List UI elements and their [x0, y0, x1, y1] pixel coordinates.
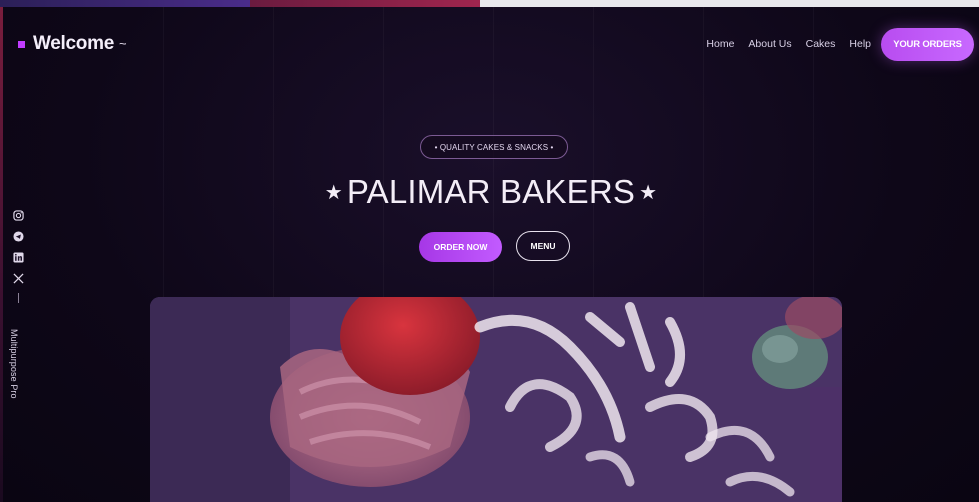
nav-link-cakes[interactable]: Cakes: [806, 38, 836, 50]
x-icon[interactable]: [12, 272, 24, 284]
page-title: ★ PALIMAR BAKERS ★: [3, 173, 979, 211]
order-now-button[interactable]: ORDER NOW: [419, 232, 502, 262]
your-orders-button[interactable]: YOUR ORDERS: [881, 28, 974, 61]
menu-button[interactable]: MENU: [516, 231, 570, 261]
brand[interactable]: Welcome ~: [18, 33, 127, 55]
brand-caret-icon[interactable]: ~: [119, 36, 127, 51]
top-strip-segment: [480, 0, 979, 7]
nav-link-home[interactable]: Home: [706, 38, 734, 50]
social-sidebar: [10, 209, 26, 303]
top-navbar: Welcome ~ Home About Us Cakes Help YOUR …: [3, 7, 979, 83]
browser-top-strip: [0, 0, 979, 7]
nav-links: Home About Us Cakes Help: [706, 38, 871, 50]
hero-title: PALIMAR BAKERS: [346, 173, 636, 210]
instagram-icon[interactable]: [12, 209, 24, 221]
hero-cake-image: [150, 297, 842, 502]
brand-square-icon: [18, 40, 25, 48]
top-strip-segment: [0, 0, 250, 7]
linkedin-icon[interactable]: [12, 251, 24, 263]
star-icon: ★: [639, 182, 658, 204]
nav-link-help[interactable]: Help: [849, 38, 871, 50]
social-divider: [17, 293, 19, 303]
top-strip-segment: [250, 0, 480, 7]
tagline-badge: • QUALITY CAKES & SNACKS •: [420, 135, 568, 159]
star-icon: ★: [324, 182, 343, 204]
nav-link-about-us[interactable]: About Us: [748, 38, 791, 50]
cake-photo: [150, 297, 842, 502]
brand-title: Welcome: [33, 33, 114, 54]
vertical-brand-text: Multipurpose Pro: [9, 329, 19, 399]
telegram-icon[interactable]: [12, 230, 24, 242]
page: Welcome ~ Home About Us Cakes Help YOUR …: [3, 7, 979, 502]
